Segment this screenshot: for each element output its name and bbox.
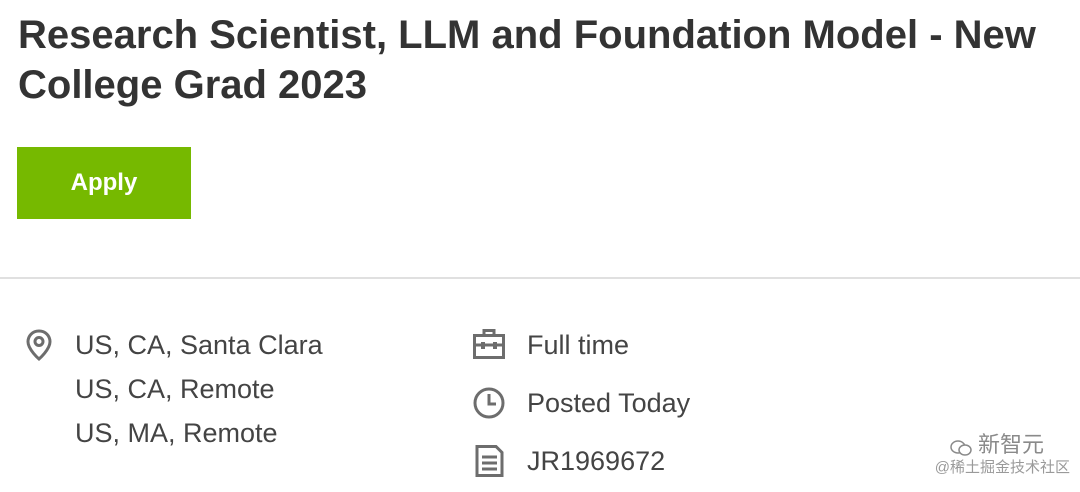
- watermark-subtext: @稀土掘金技术社区: [934, 459, 1070, 476]
- watermark-logo-text: 新智元: [977, 432, 1044, 457]
- location-santa-clara: US, CA, Santa Clara: [75, 330, 323, 360]
- apply-button[interactable]: Apply: [17, 147, 191, 219]
- watermark-logo: 新智元: [935, 432, 1044, 458]
- job-detail-page: Research Scientist, LLM and Foundation M…: [0, 0, 1080, 492]
- location-ca-remote: US, CA, Remote: [75, 374, 275, 404]
- briefcase-icon: [472, 327, 506, 361]
- job-title: Research Scientist, LLM and Foundation M…: [18, 13, 1036, 107]
- wechat-icon: [950, 437, 972, 456]
- posted-date: Posted Today: [527, 388, 691, 418]
- location-ma-remote: US, MA, Remote: [75, 418, 278, 448]
- clock-icon: [472, 386, 506, 420]
- section-divider: [0, 277, 1080, 279]
- job-id: JR1969672: [527, 446, 666, 476]
- document-icon: [472, 444, 506, 478]
- employment-type: Full time: [527, 330, 630, 360]
- location-pin-icon: [22, 328, 56, 362]
- watermark: 新智元 @稀土掘金技术社区: [935, 432, 1070, 478]
